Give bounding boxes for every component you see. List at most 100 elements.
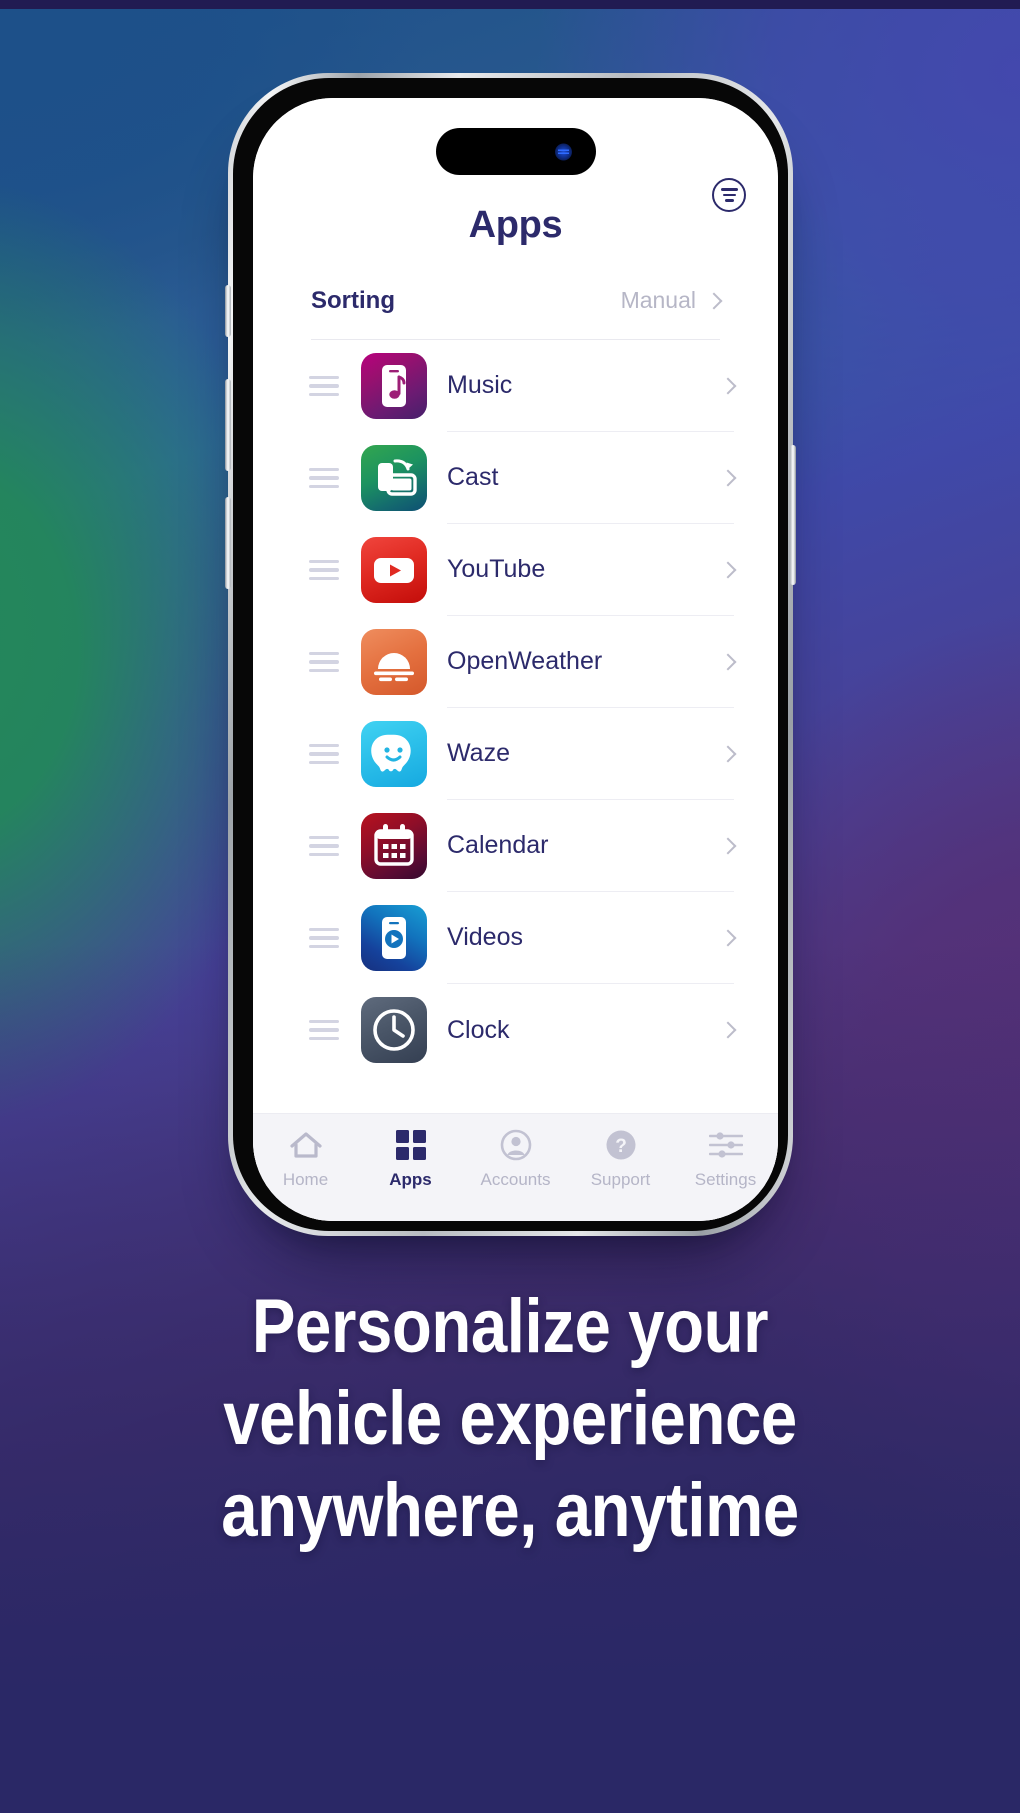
app-row-content: Calendar: [447, 800, 737, 892]
app-row-content: Cast: [447, 432, 737, 524]
app-list-item[interactable]: Waze: [253, 708, 778, 800]
youtube-app-icon: [361, 537, 427, 603]
cast-app-icon: [361, 445, 427, 511]
chevron-right-icon: [719, 929, 737, 946]
chevron-right-icon: [719, 1021, 737, 1039]
app-row-content: Waze: [447, 708, 737, 800]
mute-switch-button[interactable]: [225, 285, 231, 337]
phone-to-screen-icon: [361, 445, 427, 511]
tab-label: Accounts: [480, 1170, 551, 1189]
drag-handle-icon[interactable]: [309, 927, 343, 949]
tab-home[interactable]: Home: [256, 1128, 356, 1190]
person-icon: [500, 1128, 532, 1162]
question-icon: ?: [605, 1128, 637, 1162]
chevron-right-icon: [719, 561, 737, 578]
app-list-item[interactable]: Clock: [253, 984, 778, 1076]
sorting-label: Sorting: [311, 287, 395, 314]
phone-mockup: Apps Sorting Manual Music Cast YouTube Open…: [225, 73, 796, 1236]
sun-fog-icon: [361, 629, 427, 695]
power-button[interactable]: [790, 445, 796, 585]
app-name: YouTube: [447, 555, 546, 583]
app-list: Music Cast YouTube OpenWeather Waze Calendar V…: [253, 340, 778, 1113]
chevron-right-icon: [705, 292, 723, 309]
top-accent-bar: [0, 0, 1020, 9]
phone-bezel: Apps Sorting Manual Music Cast YouTube Open…: [233, 78, 788, 1231]
app-name: Clock: [447, 1015, 510, 1044]
svg-text:?: ?: [615, 1136, 627, 1157]
clock-app-icon: [361, 997, 427, 1063]
app-list-item[interactable]: OpenWeather: [253, 616, 778, 708]
drag-handle-icon[interactable]: [309, 651, 343, 673]
app-list-item[interactable]: YouTube: [253, 524, 778, 616]
menu-line-1: [720, 187, 738, 191]
tab-label: Support: [590, 1170, 651, 1189]
app-list-item[interactable]: Calendar: [253, 800, 778, 892]
tab-label: Apps: [389, 1170, 432, 1189]
sorting-row[interactable]: Sorting Manual: [311, 287, 723, 340]
tab-label: Home: [282, 1170, 329, 1189]
tab-apps[interactable]: Apps: [361, 1128, 461, 1190]
tab-accounts[interactable]: Accounts: [466, 1128, 566, 1190]
tab-support[interactable]: ? Support: [571, 1128, 671, 1190]
volume-down-button[interactable]: [225, 497, 231, 589]
drag-handle-icon[interactable]: [309, 1019, 343, 1041]
tab-label: Settings: [694, 1170, 757, 1189]
drag-handle-icon[interactable]: [309, 559, 343, 581]
face-sensor-icon: [554, 143, 572, 160]
tab-settings[interactable]: Settings: [676, 1128, 776, 1190]
headline-line-3: anywhere, anytime: [221, 1467, 799, 1553]
filter-menu-icon[interactable]: [712, 178, 746, 212]
app-row-content: Music: [447, 340, 737, 432]
play-button-icon: [361, 537, 427, 603]
openweather-app-icon: [361, 629, 427, 695]
waze-app-icon: [361, 721, 427, 787]
calendar-grid-icon: [361, 813, 427, 879]
home-icon: [289, 1128, 323, 1162]
app-name: Waze: [447, 739, 510, 767]
app-row-content: YouTube: [447, 524, 737, 616]
drag-handle-icon[interactable]: [309, 375, 343, 397]
calendar-app-icon: [361, 813, 427, 879]
app-name: OpenWeather: [447, 647, 603, 675]
sorting-value: Manual: [620, 287, 696, 313]
app-name: Calendar: [447, 831, 549, 859]
app-row-content: Clock: [447, 984, 737, 1076]
app-viewport: Apps Sorting Manual Music Cast YouTube Open…: [253, 98, 778, 1221]
phone-play-icon: [361, 905, 427, 971]
marketing-headline: Personalize your vehicle experience anyw…: [71, 1281, 948, 1557]
app-name: Videos: [447, 923, 523, 951]
headline-line-2: vehicle experience: [223, 1375, 797, 1461]
volume-up-button[interactable]: [225, 379, 231, 471]
chevron-right-icon: [719, 469, 737, 486]
app-row-content: OpenWeather: [447, 616, 737, 708]
phone-frame-rail: Apps Sorting Manual Music Cast YouTube Open…: [225, 73, 796, 1236]
menu-line-2: [722, 193, 736, 197]
chevron-right-icon: [719, 377, 737, 394]
grid-icon: [395, 1128, 426, 1162]
bottom-tab-bar: Home Apps Accounts? Support Settings: [253, 1113, 778, 1221]
app-name: Music: [447, 371, 513, 399]
chevron-right-icon: [719, 653, 737, 670]
headline-line-1: Personalize your: [251, 1284, 769, 1369]
page-title: Apps: [468, 204, 563, 246]
videos-app-icon: [361, 905, 427, 971]
sorting-value-group[interactable]: Manual: [620, 287, 723, 314]
chevron-right-icon: [719, 837, 737, 854]
app-name: Cast: [447, 463, 499, 491]
menu-line-3: [724, 199, 734, 203]
music-app-icon: [361, 353, 427, 419]
drag-handle-icon[interactable]: [309, 467, 343, 489]
waze-ghost-face-icon: [361, 721, 427, 787]
phone-music-note-icon: [361, 353, 427, 419]
sliders-icon: [708, 1128, 743, 1162]
app-row-content: Videos: [447, 892, 737, 984]
app-list-item[interactable]: Cast: [253, 432, 778, 524]
app-list-item[interactable]: Videos: [253, 892, 778, 984]
analog-clock-icon: [361, 997, 427, 1063]
phone-screen: Apps Sorting Manual Music Cast YouTube Open…: [253, 98, 778, 1221]
drag-handle-icon[interactable]: [309, 835, 343, 857]
dynamic-island: [435, 128, 596, 175]
chevron-right-icon: [719, 745, 737, 762]
app-list-item[interactable]: Music: [253, 340, 778, 432]
drag-handle-icon[interactable]: [309, 743, 343, 765]
